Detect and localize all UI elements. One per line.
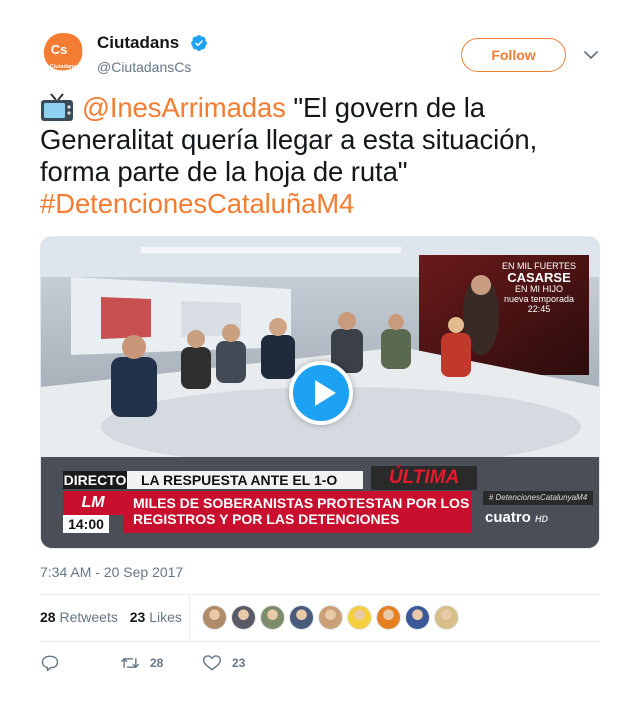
liker-avatar-1[interactable]	[202, 605, 227, 630]
likes-label: Likes	[149, 609, 182, 625]
screen-line-4: nueva temporada	[503, 294, 575, 304]
svg-text:Cs: Cs	[51, 42, 68, 57]
liker-avatar-2[interactable]	[231, 605, 256, 630]
follow-button[interactable]: Follow	[461, 38, 566, 72]
tweet-stats: 28 Retweets 23 Likes	[40, 609, 190, 625]
likes-stat[interactable]: 23 Likes	[130, 609, 182, 625]
overlay-time: 14:00	[63, 515, 109, 533]
liker-avatar-4[interactable]	[289, 605, 314, 630]
tv-icon	[41, 93, 73, 121]
account-handle[interactable]: @CiutadansCs	[97, 59, 191, 75]
retweet-icon	[120, 658, 140, 668]
mention-link[interactable]: @InesArrimadas	[82, 92, 286, 123]
screen-line-5: 22:45	[527, 304, 551, 314]
reply-icon	[41, 655, 59, 672]
channel-logo: cuatro HD	[485, 509, 548, 526]
reply-button[interactable]	[40, 652, 70, 674]
retweet-count: 28	[150, 656, 164, 670]
channel-hd: HD	[535, 514, 549, 524]
overlay-directo: DIRECTO	[63, 471, 127, 489]
overlay-headline: LA RESPUESTA ANTE EL 1-O	[127, 471, 363, 489]
liker-avatar-5[interactable]	[318, 605, 343, 630]
tweet-text: @InesArrimadas "El govern de la Generali…	[40, 92, 600, 220]
heart-icon	[202, 655, 222, 671]
play-button[interactable]	[289, 361, 353, 425]
divider-top	[40, 594, 600, 595]
chevron-down-icon[interactable]	[583, 47, 599, 63]
liker-avatar-9[interactable]	[434, 605, 459, 630]
stats-separator	[189, 596, 190, 640]
liker-avatar-6[interactable]	[347, 605, 372, 630]
overlay-ticker: MILES DE SOBERANISTAS PROTESTAN POR LOS …	[123, 491, 471, 533]
overlay-ultima-hora: ÚLTIMA HORA	[371, 466, 477, 512]
play-icon	[315, 380, 336, 406]
verified-badge-icon	[191, 35, 207, 51]
retweets-stat[interactable]: 28 Retweets	[40, 609, 118, 625]
overlay-show-logo: LM	[63, 491, 123, 515]
liker-avatar-3[interactable]	[260, 605, 285, 630]
retweet-button[interactable]: 28	[120, 652, 163, 674]
tweet-card: Cs Ciutadans Ciutadans @CiutadansCs Foll…	[0, 0, 640, 703]
display-name[interactable]: Ciutadans	[97, 33, 179, 53]
svg-text:Ciutadans: Ciutadans	[50, 64, 77, 70]
tweet-timestamp[interactable]: 7:34 AM - 20 Sep 2017	[40, 564, 183, 580]
retweets-label: Retweets	[59, 609, 118, 625]
studio-screen-text: EN MIL FUERTES CASARSE EN MI HIJO nueva …	[497, 261, 581, 314]
video-player[interactable]: EN MIL FUERTES CASARSE EN MI HIJO nueva …	[40, 236, 600, 549]
divider-bottom	[40, 641, 600, 642]
liker-avatar-8[interactable]	[405, 605, 430, 630]
account-avatar[interactable]: Cs Ciutadans	[40, 30, 86, 76]
like-button[interactable]: 23	[202, 652, 245, 674]
like-count: 23	[232, 656, 246, 670]
likes-count: 23	[129, 609, 146, 625]
liker-avatar-7[interactable]	[376, 605, 401, 630]
hashtag-link[interactable]: #DetencionesCataluñaM4	[40, 188, 354, 219]
screen-line-2: CASARSE	[507, 270, 571, 285]
retweets-count: 28	[40, 609, 56, 625]
overlay-hashtag: # DetencionesCatalunyaM4	[483, 491, 593, 505]
channel-name: cuatro	[485, 509, 531, 526]
screen-line-3: EN MI HIJO	[514, 284, 563, 294]
